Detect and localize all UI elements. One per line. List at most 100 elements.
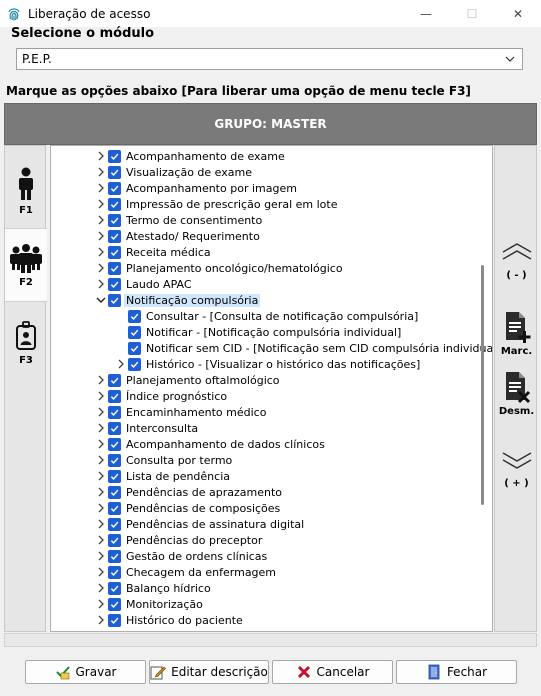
tree-item[interactable]: Gestão de ordens clínicas — [94, 548, 269, 564]
tree-item-checkbox[interactable] — [108, 261, 121, 275]
unmark-button[interactable]: Desm. — [495, 370, 538, 417]
chevron-right-icon[interactable] — [94, 596, 108, 612]
tree-item-checkbox[interactable] — [108, 245, 121, 259]
tree-item[interactable]: Consultar - [Consulta de notificação com… — [114, 308, 420, 324]
tree-item[interactable]: Acompanhamento por imagem — [94, 180, 299, 196]
tree-item-checkbox[interactable] — [108, 533, 121, 547]
tree-item[interactable]: Laudo APAC — [94, 276, 194, 292]
tree-item-checkbox[interactable] — [108, 565, 121, 579]
tree-item[interactable]: Pendências de assinatura digital — [94, 516, 306, 532]
chevron-right-icon[interactable] — [94, 484, 108, 500]
tree-item-checkbox[interactable] — [108, 293, 121, 307]
tree-item[interactable]: Balanço hídrico — [94, 580, 213, 596]
chevron-right-icon[interactable] — [94, 404, 108, 420]
chevron-right-icon[interactable] — [94, 420, 108, 436]
chevron-right-icon[interactable] — [94, 228, 108, 244]
edit-description-button[interactable]: Editar descrição — [149, 660, 269, 684]
tree-item[interactable]: Pendências de aprazamento — [94, 484, 284, 500]
tree-item[interactable]: Notificar - [Notificação compulsória ind… — [114, 324, 403, 340]
tree-item[interactable]: Notificar sem CID - [Notificação sem CID… — [114, 340, 492, 356]
tree-item[interactable]: Encaminhamento médico — [94, 404, 268, 420]
save-button[interactable]: Gravar — [25, 660, 146, 684]
tree-item-checkbox[interactable] — [128, 341, 141, 355]
chevron-right-icon[interactable] — [94, 548, 108, 564]
tree-item[interactable]: Planejamento oncológico/hematológico — [94, 260, 345, 276]
chevron-right-icon[interactable] — [94, 516, 108, 532]
tree-item-checkbox[interactable] — [108, 229, 121, 243]
tree-item-checkbox[interactable] — [108, 437, 121, 451]
tree-item[interactable]: Acompanhamento de exame — [94, 148, 287, 164]
chevron-right-icon[interactable] — [94, 180, 108, 196]
chevron-right-icon[interactable] — [94, 164, 108, 180]
tree-item-checkbox[interactable] — [128, 309, 141, 323]
tree-item[interactable]: Índice prognóstico — [94, 388, 229, 404]
chevron-right-icon[interactable] — [94, 436, 108, 452]
expand-all-button[interactable]: ( + ) — [495, 450, 538, 489]
tree-item-checkbox[interactable] — [128, 325, 141, 339]
close-button[interactable]: Fechar — [396, 660, 517, 684]
f1-button[interactable]: F1 — [5, 154, 47, 228]
tree-item-checkbox[interactable] — [108, 149, 121, 163]
minimize-button[interactable]: — — [403, 0, 449, 27]
chevron-right-icon[interactable] — [94, 196, 108, 212]
tree-item-checkbox[interactable] — [108, 389, 121, 403]
cancel-button[interactable]: Cancelar — [272, 660, 393, 684]
chevron-right-icon[interactable] — [94, 500, 108, 516]
tree-item-checkbox[interactable] — [108, 613, 121, 627]
tree-item-checkbox[interactable] — [108, 485, 121, 499]
tree-item[interactable]: Receita médica — [94, 244, 213, 260]
tree-item-checkbox[interactable] — [108, 597, 121, 611]
tree-item-checkbox[interactable] — [128, 357, 141, 371]
tree-item[interactable]: Pendências do preceptor — [94, 532, 264, 548]
chevron-right-icon[interactable] — [94, 148, 108, 164]
tree-item-checkbox[interactable] — [108, 549, 121, 563]
tree-item[interactable]: Visualização de exame — [94, 164, 254, 180]
tree-item[interactable]: Impressão de prescrição geral em lote — [94, 196, 339, 212]
tree-item-checkbox[interactable] — [108, 197, 121, 211]
chevron-right-icon[interactable] — [94, 212, 108, 228]
chevron-right-icon[interactable] — [94, 532, 108, 548]
tree-item-checkbox[interactable] — [108, 181, 121, 195]
tree-item-checkbox[interactable] — [108, 517, 121, 531]
f3-button[interactable]: F3 — [5, 306, 47, 380]
permissions-tree[interactable]: Acompanhamento de exame Visualização de e… — [50, 145, 493, 632]
maximize-button[interactable]: ☐ — [449, 0, 495, 27]
chevron-right-icon[interactable] — [94, 244, 108, 260]
tree-item-checkbox[interactable] — [108, 453, 121, 467]
chevron-right-icon[interactable] — [94, 372, 108, 388]
chevron-right-icon[interactable] — [94, 580, 108, 596]
tree-scrollbar-thumb[interactable] — [481, 265, 484, 505]
tree-item-checkbox[interactable] — [108, 213, 121, 227]
tree-item-checkbox[interactable] — [108, 469, 121, 483]
close-window-button[interactable]: ✕ — [495, 0, 541, 27]
tree-item[interactable]: Consulta por termo — [94, 452, 234, 468]
chevron-right-icon[interactable] — [94, 468, 108, 484]
mark-button[interactable]: Marc. — [495, 310, 538, 357]
f2-button[interactable]: F2 — [5, 228, 47, 302]
tree-item[interactable]: Monitorização — [94, 596, 205, 612]
tree-item[interactable]: Pendências de composições — [94, 500, 282, 516]
chevron-right-icon[interactable] — [94, 452, 108, 468]
tree-item-checkbox[interactable] — [108, 373, 121, 387]
chevron-down-icon[interactable] — [94, 292, 108, 308]
tree-item[interactable]: Planejamento oftalmológico — [94, 372, 282, 388]
chevron-right-icon[interactable] — [94, 564, 108, 580]
chevron-right-icon[interactable] — [114, 356, 128, 372]
chevron-right-icon[interactable] — [94, 388, 108, 404]
tree-item[interactable]: Histórico do paciente — [94, 612, 245, 628]
module-dropdown[interactable]: P.E.P. — [16, 48, 523, 70]
collapse-all-button[interactable]: ( - ) — [495, 242, 538, 281]
tree-item[interactable]: Lista de pendência — [94, 468, 232, 484]
tree-item-checkbox[interactable] — [108, 501, 121, 515]
tree-item[interactable]: Notificação compulsória — [94, 292, 261, 308]
tree-item-checkbox[interactable] — [108, 165, 121, 179]
tree-item[interactable]: Acompanhamento de dados clínicos — [94, 436, 327, 452]
chevron-right-icon[interactable] — [94, 260, 108, 276]
tree-item[interactable]: Interconsulta — [94, 420, 200, 436]
tree-item-checkbox[interactable] — [108, 405, 121, 419]
tree-item[interactable]: Checagem da enfermagem — [94, 564, 278, 580]
tree-item-checkbox[interactable] — [108, 277, 121, 291]
chevron-right-icon[interactable] — [94, 612, 108, 628]
tree-item-checkbox[interactable] — [108, 421, 121, 435]
tree-item[interactable]: Histórico - [Visualizar o histórico das … — [114, 356, 422, 372]
